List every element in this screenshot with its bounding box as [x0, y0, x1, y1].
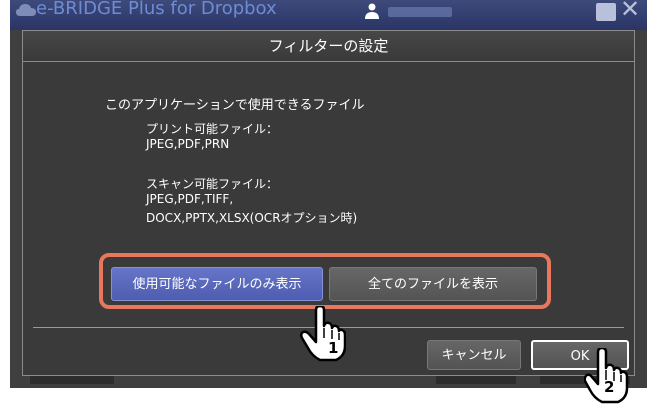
scan-types-line-1: JPEG,PDF,TIFF,: [146, 192, 234, 206]
user-icon: [365, 3, 379, 19]
show-all-files-button[interactable]: 全てのファイルを表示: [329, 267, 537, 301]
pointing-hand-icon: [299, 306, 346, 362]
cloud-icon: [16, 4, 36, 16]
cancel-button[interactable]: キャンセル: [427, 340, 521, 370]
print-label: プリント可能ファイル：: [146, 122, 279, 136]
scan-types-line-2: DOCX,PPTX,XLSX(OCRオプション時): [146, 211, 358, 225]
info-icon[interactable]: [596, 3, 616, 21]
app-title: e-BRIDGE Plus for Dropbox: [36, 0, 277, 19]
show-available-files-button[interactable]: 使用可能なファイルのみ表示: [111, 267, 323, 301]
print-types: JPEG,PDF,PRN: [146, 137, 230, 151]
step-number-2: 2: [604, 378, 615, 396]
step-number-1: 1: [328, 339, 339, 357]
user-name-blurred: [388, 7, 452, 17]
background-toolbar-item: [436, 376, 516, 384]
close-icon[interactable]: ✕: [620, 0, 640, 21]
dialog-title: フィルターの設定: [23, 31, 634, 62]
description-title: このアプリケーションで使用できるファイル: [105, 98, 365, 113]
scan-label: スキャン可能ファイル：: [146, 177, 279, 191]
background-toolbar-item: [30, 376, 114, 384]
